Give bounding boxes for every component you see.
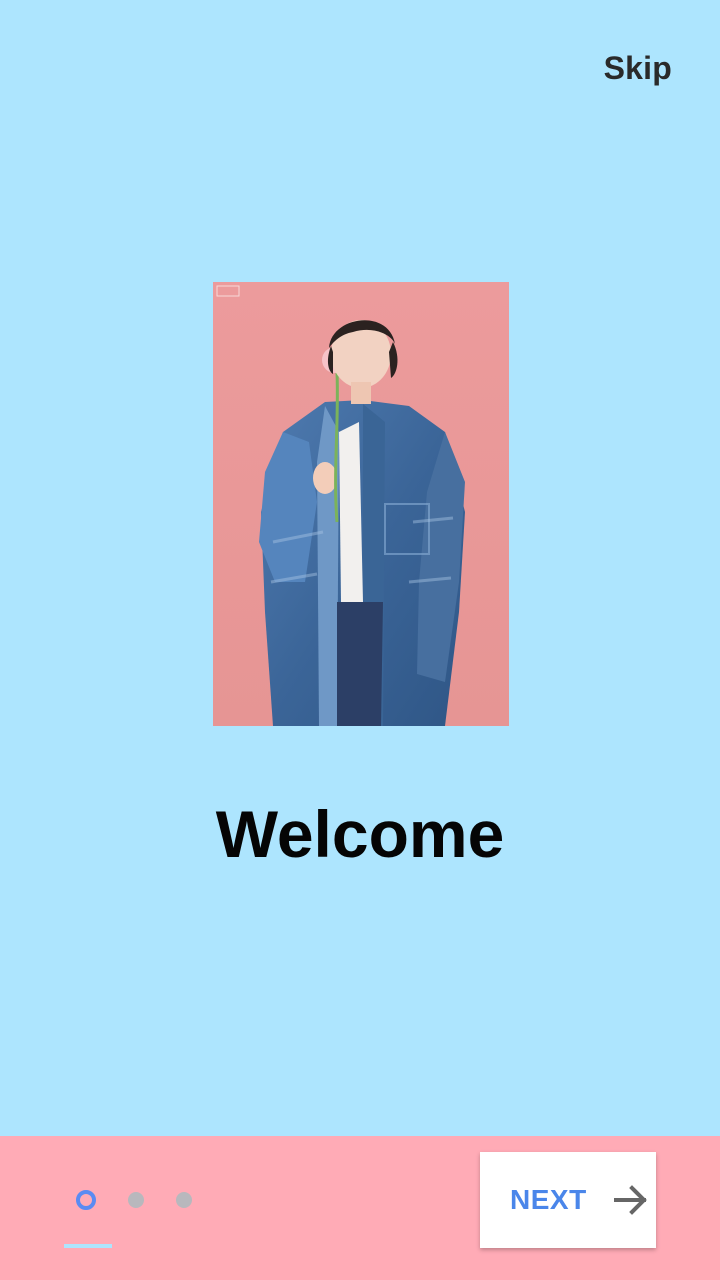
slide-title: Welcome (215, 797, 505, 871)
onboarding-screen: Skip Welcome (0, 0, 720, 1136)
next-button[interactable]: NEXT (480, 1152, 656, 1248)
slide-image (213, 282, 509, 726)
arrow-right-icon (614, 1184, 648, 1221)
skip-button[interactable]: Skip (604, 50, 672, 87)
next-label: NEXT (510, 1184, 587, 1215)
bottom-navigation: NEXT (0, 1136, 720, 1280)
page-indicator-underline (64, 1244, 112, 1248)
page-indicator-dot (176, 1192, 192, 1208)
page-indicator-dot-active (76, 1190, 96, 1210)
page-indicator-dot (128, 1192, 144, 1208)
